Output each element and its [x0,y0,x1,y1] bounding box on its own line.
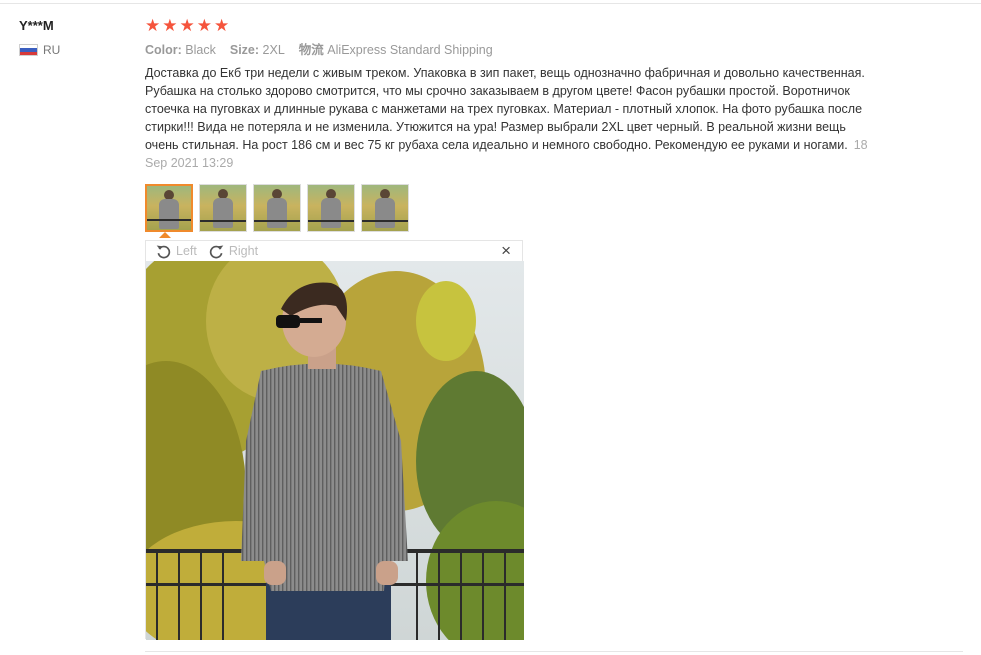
country-code: RU [43,43,61,57]
review-photo-large [146,261,524,640]
bottom-divider [145,651,963,652]
star-icon: ★ [162,16,178,35]
close-icon[interactable]: × [501,242,511,260]
reviewer-info: Y***M RU [19,18,60,57]
flag-ru-icon [19,44,38,56]
review-photo-thumbnails [145,184,409,232]
photo-thumbnail[interactable] [307,184,355,232]
rotate-left-icon [156,245,171,258]
sku-size-value: 2XL [262,43,285,57]
star-icon: ★ [196,16,212,35]
sku-size-label: Size: [229,43,260,57]
rotate-right-button[interactable]: Right [208,243,258,260]
photo-thumbnail[interactable] [361,184,409,232]
photo-thumbnail[interactable] [145,184,193,232]
sku-color-value: Black [185,43,216,57]
sku-color-label: Color: [145,43,182,57]
sku-info: Color: Black Size: 2XL 物流 AliExpress Sta… [145,41,945,59]
star-icon: ★ [214,16,230,35]
review-text: Доставка до Екб три недели с живым треко… [145,66,865,152]
rating-stars: ★ ★ ★ ★ ★ [145,16,945,36]
photo-thumbnail[interactable] [199,184,247,232]
sku-size: Size: 2XL [230,41,285,59]
image-viewer: Left Right × [145,240,524,640]
star-icon: ★ [145,16,161,35]
sku-color: Color: Black [145,41,216,59]
review-text-block: Доставка до Екб три недели с живым треко… [145,64,880,172]
photo-thumbnail[interactable] [253,184,301,232]
star-icon: ★ [179,16,195,35]
sku-shipping-value: AliExpress Standard Shipping [327,43,493,57]
review-content: ★ ★ ★ ★ ★ Color: Black Size: 2XL 物流 AliExpre… [145,16,945,172]
sku-shipping: 物流 AliExpress Standard Shipping [299,41,493,59]
rotate-right-label: Right [228,244,259,258]
sku-shipping-label: 物流 [298,43,324,57]
viewer-toolbar: Left Right × [146,241,522,261]
top-divider [0,3,981,4]
active-thumb-caret [159,232,171,238]
rotate-right-icon [209,245,224,258]
reviewer-name: Y***M [19,18,54,33]
reviewer-country: RU [19,43,60,57]
rotate-left-label: Left [176,244,197,258]
rotate-left-button[interactable]: Left [155,243,197,260]
